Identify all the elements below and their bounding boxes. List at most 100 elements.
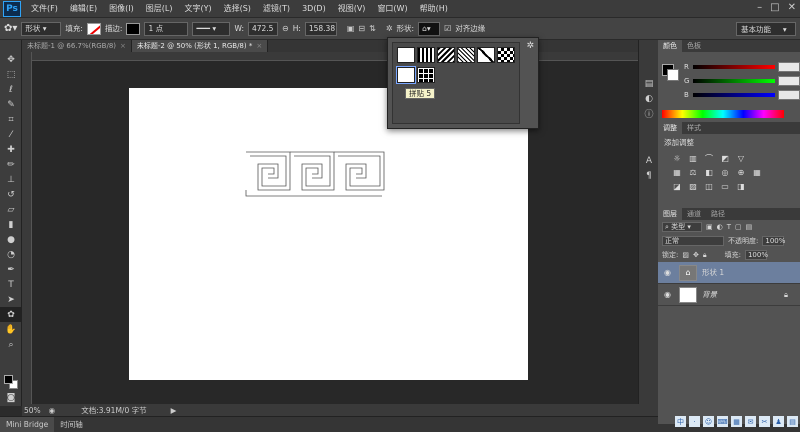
info-icon[interactable]: ⓘ xyxy=(639,106,659,121)
lasso-tool-icon[interactable]: ℓ xyxy=(0,82,22,97)
shape-wave-icon[interactable] xyxy=(437,47,455,63)
menu-file[interactable]: 文件(F) xyxy=(25,3,64,14)
tab-color[interactable]: 颜色 xyxy=(658,40,682,52)
zoom-level[interactable]: 50% xyxy=(24,406,41,415)
eye-icon[interactable]: ◉ xyxy=(664,290,674,299)
color-spectrum[interactable] xyxy=(662,110,784,118)
maximize-icon[interactable]: □ xyxy=(770,2,779,13)
tab-channels[interactable]: 通道 xyxy=(682,208,706,220)
tab-layers[interactable]: 图层 xyxy=(658,208,682,220)
fill-input[interactable]: 100% xyxy=(744,250,768,260)
ime-menu-icon[interactable]: ▤ xyxy=(787,416,798,427)
align-edges-checkbox[interactable]: ☑ xyxy=(444,24,451,33)
shape-cross-icon[interactable] xyxy=(477,47,495,63)
history-brush-tool-icon[interactable]: ↺ xyxy=(0,187,22,202)
ime-mail-icon[interactable]: ✉ xyxy=(745,416,756,427)
paragraph-icon[interactable]: ¶ xyxy=(639,168,659,183)
shape-lines-icon[interactable] xyxy=(457,47,475,63)
workspace-select[interactable]: 基本功能 ▾ xyxy=(736,22,796,36)
close-icon[interactable]: × xyxy=(120,42,126,50)
type-tool-icon[interactable]: T xyxy=(0,277,22,292)
lock-pixels-icon[interactable]: ▨ xyxy=(682,251,689,259)
menu-3d[interactable]: 3D(D) xyxy=(296,4,332,13)
tab-paths[interactable]: 路径 xyxy=(706,208,730,220)
ime-lang-icon[interactable]: 中 xyxy=(675,416,686,427)
foreground-color[interactable] xyxy=(4,375,13,384)
dodge-tool-icon[interactable]: ◔ xyxy=(0,247,22,262)
close-icon[interactable]: × xyxy=(256,42,262,50)
color-lookup-icon[interactable]: ▦ xyxy=(752,167,762,177)
tab-document-1[interactable]: 未标题-1 @ 66.7%(RGB/8) × xyxy=(22,40,132,52)
ime-keyboard-icon[interactable]: ⌨ xyxy=(717,416,728,427)
properties-icon[interactable]: ◐ xyxy=(639,91,659,106)
filter-adjust-icon[interactable]: ◐ xyxy=(717,223,723,231)
hue-icon[interactable]: ▦ xyxy=(672,167,682,177)
color-swatches[interactable] xyxy=(4,375,18,389)
document-canvas[interactable] xyxy=(129,88,528,380)
horizontal-ruler[interactable] xyxy=(32,52,658,61)
healing-brush-tool-icon[interactable]: ✚ xyxy=(0,142,22,157)
clone-stamp-tool-icon[interactable]: ⊥ xyxy=(0,172,22,187)
color-balance-icon[interactable]: ⚖ xyxy=(688,167,698,177)
filter-type-icon[interactable]: T xyxy=(727,223,731,231)
menu-image[interactable]: 图像(I) xyxy=(103,3,140,14)
ime-scissors-icon[interactable]: ✂ xyxy=(759,416,770,427)
lock-all-icon[interactable]: 🔒︎ xyxy=(703,251,707,260)
gradient-map-icon[interactable]: ▭ xyxy=(720,181,730,191)
menu-view[interactable]: 视图(V) xyxy=(332,3,372,14)
brush-tool-icon[interactable]: ✏ xyxy=(0,157,22,172)
photo-filter-icon[interactable]: ◎ xyxy=(720,167,730,177)
width-input[interactable]: 472.5 xyxy=(247,21,278,36)
shape-grid-icon[interactable] xyxy=(417,67,435,83)
shape-grass-icon[interactable] xyxy=(417,47,435,63)
stroke-type-select[interactable]: ━━━ ▾ xyxy=(192,21,231,36)
status-arrow-icon[interactable]: ▶ xyxy=(171,406,177,415)
brightness-icon[interactable]: ☼ xyxy=(672,153,682,163)
meander-shape[interactable] xyxy=(244,150,386,198)
close-icon[interactable]: ✕ xyxy=(788,2,796,13)
quick-mask-icon[interactable]: ◙ xyxy=(0,390,22,405)
posterize-icon[interactable]: ▨ xyxy=(688,181,698,191)
path-align-icon[interactable]: ⊟ xyxy=(358,24,365,33)
eyedropper-tool-icon[interactable]: ⁄ xyxy=(0,127,22,142)
blue-slider[interactable] xyxy=(693,93,775,97)
tab-timeline[interactable]: 时间轴 xyxy=(54,417,89,432)
curves-icon[interactable]: ⌒ xyxy=(704,153,714,163)
custom-shape-select[interactable]: ⌂▾ xyxy=(418,21,441,36)
zoom-tool-icon[interactable]: ⌕ xyxy=(0,337,22,352)
vibrance-icon[interactable]: ▽ xyxy=(736,153,746,163)
shape-checker-icon[interactable] xyxy=(497,47,515,63)
marquee-tool-icon[interactable]: ⬚ xyxy=(0,67,22,82)
red-value[interactable] xyxy=(778,62,800,72)
blend-mode-select[interactable]: 正常 xyxy=(662,236,724,246)
ime-skin-icon[interactable]: ♟ xyxy=(773,416,784,427)
invert-icon[interactable]: ◪ xyxy=(672,181,682,191)
menu-edit[interactable]: 编辑(E) xyxy=(64,3,103,14)
height-input[interactable]: 158.38 xyxy=(304,21,337,36)
tab-styles[interactable]: 样式 xyxy=(682,122,706,134)
blur-tool-icon[interactable]: ● xyxy=(0,232,22,247)
menu-layer[interactable]: 图层(L) xyxy=(140,3,179,14)
history-icon[interactable]: ▤ xyxy=(639,76,659,91)
crop-tool-icon[interactable]: ⌗ xyxy=(0,112,22,127)
character-icon[interactable]: A xyxy=(639,153,659,168)
green-value[interactable] xyxy=(778,76,800,86)
quick-select-tool-icon[interactable]: ✎ xyxy=(0,97,22,112)
eye-icon[interactable]: ◉ xyxy=(664,268,674,277)
green-slider[interactable] xyxy=(693,79,775,83)
opacity-input[interactable]: 100% xyxy=(762,236,785,246)
ime-grid-icon[interactable]: ▦ xyxy=(731,416,742,427)
tool-preset-icon[interactable]: ✿▾ xyxy=(4,23,17,34)
blue-value[interactable] xyxy=(778,90,800,100)
layer-row[interactable]: ◉ ⌂ 形状 1 xyxy=(658,262,800,284)
levels-icon[interactable]: ▥ xyxy=(688,153,698,163)
custom-shape-tool-icon[interactable]: ✿ xyxy=(0,307,22,322)
tool-mode-select[interactable]: 形状 ▾ xyxy=(21,21,62,36)
path-select-tool-icon[interactable]: ➤ xyxy=(0,292,22,307)
channel-mixer-icon[interactable]: ⊕ xyxy=(736,167,746,177)
shape-tile5-icon[interactable] xyxy=(396,66,416,84)
tab-adjustments[interactable]: 调整 xyxy=(658,122,682,134)
exposure-icon[interactable]: ◩ xyxy=(720,153,730,163)
panel-bg-swatch[interactable] xyxy=(667,69,679,81)
path-arrange-icon[interactable]: ⇅ xyxy=(369,24,376,33)
